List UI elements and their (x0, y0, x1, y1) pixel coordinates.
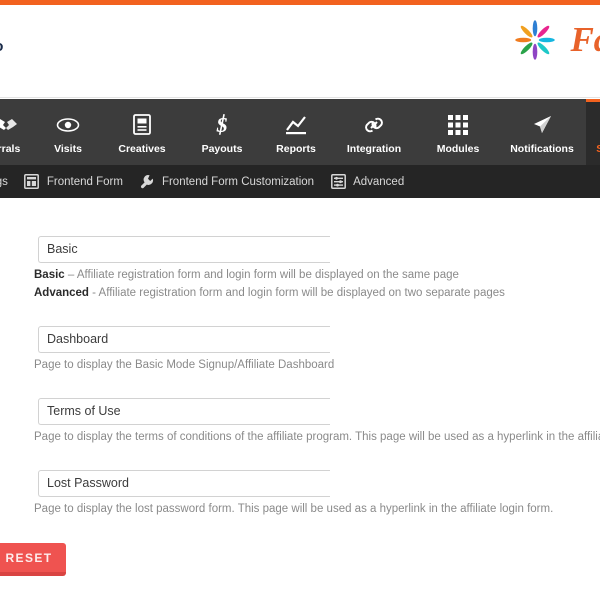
subnav-item-general-settings[interactable]: ettings (0, 176, 8, 188)
starburst-logo-icon (515, 20, 556, 60)
handshake-icon (0, 113, 18, 137)
brand-name: Fanta (570, 20, 600, 59)
select-mode[interactable]: Basic (38, 236, 330, 263)
nav-item-reports[interactable]: Reports (262, 99, 330, 165)
subnav-item-frontend-form-customization[interactable]: Frontend Form Customization (139, 174, 314, 190)
nav-label-settings: Settings (596, 142, 600, 155)
field-desc-mode-advanced-term: Advanced (34, 287, 89, 299)
nav-item-modules[interactable]: Modules (418, 99, 498, 165)
select-lost-password-page[interactable]: Lost Password (38, 470, 330, 497)
subnav-item-advanced[interactable]: Advanced (330, 174, 404, 190)
field-desc-mode-advanced: Advanced - Affiliate registration form a… (34, 286, 505, 301)
nav-label-referrals: errals (0, 142, 21, 155)
page-header: Pro Fanta (0, 5, 600, 98)
nav-item-creatives[interactable]: Creatives (102, 99, 182, 165)
subnav-label-general-settings: ettings (0, 175, 8, 188)
select-wrapper-terms-page: Terms of Use (38, 398, 330, 425)
page-root: Pro Fanta (0, 0, 600, 600)
field-desc-mode-basic-term: Basic (34, 269, 65, 281)
dollar-icon: S (213, 113, 231, 137)
settings-form-content: od Basic Basic – Affiliate registration … (0, 198, 600, 600)
nav-label-creatives: Creatives (118, 142, 166, 155)
nav-label-reports: Reports (276, 142, 316, 155)
subnav-label-frontend-form-customization: Frontend Form Customization (161, 175, 315, 188)
sliders-icon (330, 174, 346, 190)
select-terms-page[interactable]: Terms of Use (38, 398, 330, 425)
select-wrapper-mode: Basic (38, 236, 330, 263)
subnav-item-frontend-form[interactable]: Frontend Form (24, 174, 123, 190)
reset-button[interactable]: RESET (0, 543, 66, 576)
field-desc-dashboard-page: Page to display the Basic Mode Signup/Af… (34, 358, 334, 373)
select-dashboard-page[interactable]: Dashboard (38, 326, 330, 353)
field-desc-mode-basic-text: – Affiliate registration form and login … (64, 269, 459, 281)
wrench-icon (139, 174, 155, 190)
select-dashboard-page-value: Dashboard (47, 332, 109, 346)
field-desc-terms-page: Page to display the terms of conditions … (34, 430, 600, 445)
nav-label-integration: Integration (346, 142, 402, 155)
select-lost-password-page-value: Lost Password (47, 476, 129, 490)
grid-icon (448, 113, 468, 137)
nav-label-modules: Modules (436, 142, 480, 155)
nav-label-payouts: Payouts (201, 142, 243, 155)
nav-item-payouts[interactable]: S Payouts (182, 99, 262, 165)
eye-icon (56, 113, 80, 137)
field-desc-dashboard-page-text: Page to display the Basic Mode Signup/Af… (34, 359, 335, 371)
subnav-label-frontend-form: Frontend Form (46, 175, 123, 188)
field-desc-lost-password-page: Page to display the lost password form. … (34, 502, 553, 517)
link-icon (363, 113, 385, 137)
settings-subnavigation: ettings Frontend Form Frontend Form Cust… (0, 165, 600, 198)
brand-lockup: Fanta (514, 19, 600, 61)
nav-item-integration[interactable]: Integration (330, 99, 418, 165)
select-terms-page-value: Terms of Use (47, 404, 121, 418)
nav-item-referrals[interactable]: errals (0, 99, 34, 165)
nav-label-visits: Visits (54, 142, 82, 155)
nav-item-settings[interactable]: Settings (586, 99, 600, 165)
megaphone-icon (531, 113, 553, 137)
field-desc-terms-page-text: Page to display the terms of conditions … (34, 431, 600, 443)
main-navigation: errals Visits Creatives (0, 99, 600, 165)
select-mode-value: Basic (47, 242, 78, 256)
nav-item-notifications[interactable]: Notifications (498, 99, 586, 165)
document-icon (133, 113, 151, 137)
select-wrapper-dashboard-page: Dashboard (38, 326, 330, 353)
nav-label-notifications: Notifications (510, 142, 574, 155)
field-desc-mode-advanced-text: - Affiliate registration form and login … (88, 287, 505, 299)
chart-line-icon (285, 113, 307, 137)
window-icon (24, 174, 40, 190)
nav-item-visits[interactable]: Visits (34, 99, 102, 165)
field-desc-mode-basic: Basic – Affiliate registration form and … (34, 268, 459, 283)
field-desc-lost-password-page-text: Page to display the lost password form. … (34, 503, 554, 515)
subnav-label-advanced: Advanced (353, 175, 405, 188)
header-product-title: Pro (0, 38, 4, 55)
select-wrapper-lost-password-page: Lost Password (38, 470, 330, 497)
